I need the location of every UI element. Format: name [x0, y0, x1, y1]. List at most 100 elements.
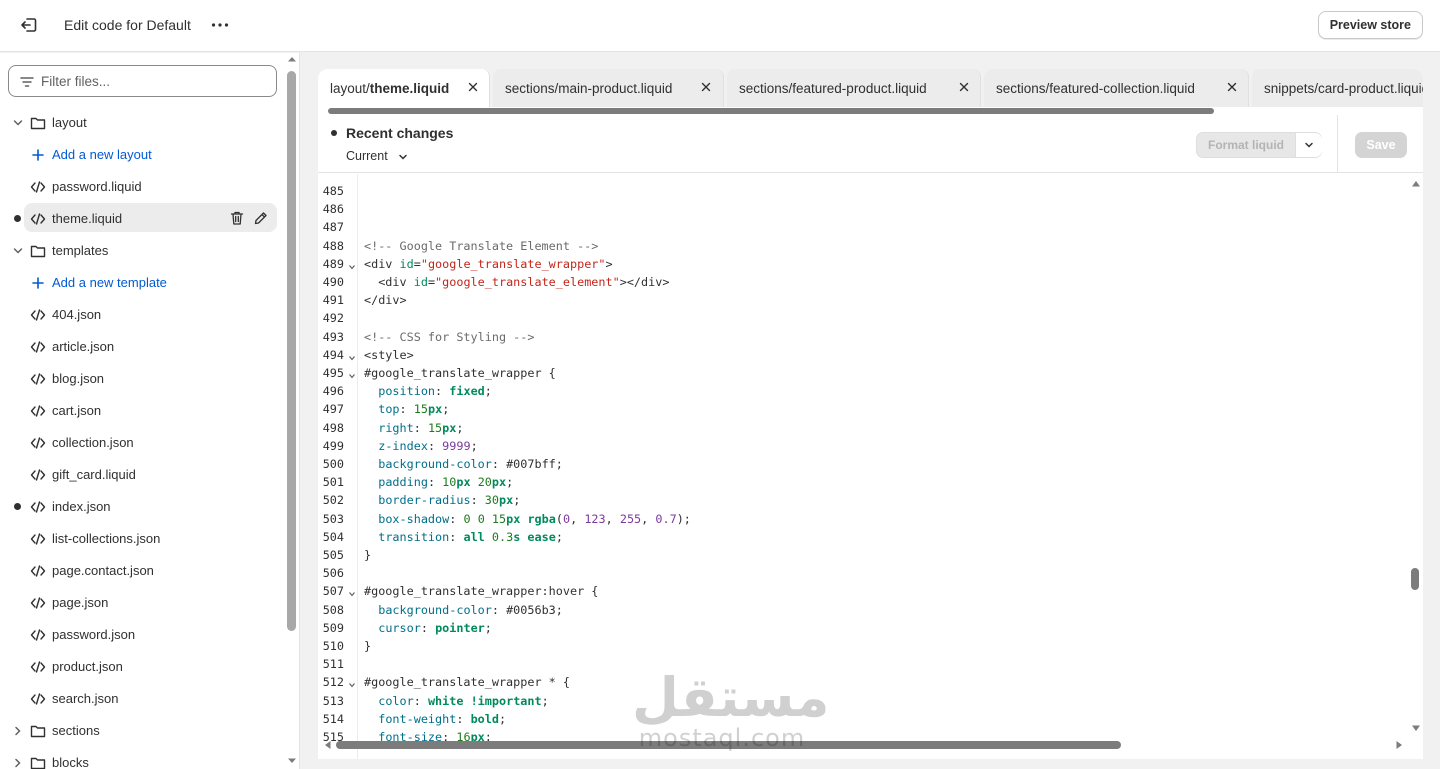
close-icon[interactable] [958, 81, 970, 93]
code-line[interactable]: 489 <div id="google_translate_wrapper"> [318, 255, 1398, 273]
code-line[interactable]: 508 background-color: #0056b3; [318, 601, 1398, 619]
fold-chevron-icon[interactable] [348, 681, 356, 689]
file-password-json[interactable]: password.json [0, 619, 285, 651]
folder-icon [30, 245, 46, 258]
folder-sections[interactable]: sections [0, 715, 285, 747]
more-options-icon[interactable] [209, 14, 231, 36]
fold-chevron-icon[interactable] [348, 372, 356, 380]
preview-store-button[interactable]: Preview store [1317, 11, 1423, 39]
rename-icon[interactable] [253, 210, 269, 226]
code-line[interactable]: 501 padding: 10px 20px; [318, 473, 1398, 491]
tab-theme-liquid[interactable]: layout/theme.liquid [318, 69, 490, 107]
code-line[interactable]: 493 <!-- CSS for Styling --> [318, 328, 1398, 346]
code-line[interactable]: 495 #google_translate_wrapper { [318, 364, 1398, 382]
code-line[interactable]: 514 font-weight: bold; [318, 710, 1398, 728]
code-line[interactable]: 506 [318, 564, 1398, 582]
code-line[interactable]: 492 [318, 309, 1398, 327]
save-button[interactable]: Save [1355, 132, 1407, 158]
delete-icon[interactable] [229, 210, 245, 226]
close-icon[interactable] [1226, 81, 1238, 93]
code-line[interactable]: 502 border-radius: 30px; [318, 491, 1398, 509]
file-page-contact-json[interactable]: page.contact.json [0, 555, 285, 587]
tab-card-product[interactable]: snippets/card-product.liquid [1252, 69, 1423, 107]
tab-featured-product[interactable]: sections/featured-product.liquid [727, 69, 981, 107]
code-file-icon [30, 597, 46, 609]
code-line[interactable]: 509 cursor: pointer; [318, 619, 1398, 637]
chevron-down-icon[interactable] [398, 152, 408, 162]
file-cart-json[interactable]: cart.json [0, 395, 285, 427]
code-line[interactable]: 491 </div> [318, 291, 1398, 309]
folder-layout[interactable]: layout [0, 107, 285, 139]
editor-vertical-scrollbar[interactable] [1411, 568, 1419, 590]
file-list-collections-json[interactable]: list-collections.json [0, 523, 285, 555]
line-number: 500 [322, 457, 344, 471]
tab-featured-collection[interactable]: sections/featured-collection.liquid [984, 69, 1249, 107]
file-label: index.json [52, 499, 111, 514]
code-text: <style> [364, 347, 414, 362]
file-password-liquid[interactable]: password.liquid [0, 171, 285, 203]
file-index-json[interactable]: index.json [0, 491, 285, 523]
line-number: 485 [322, 184, 344, 198]
fold-chevron-icon[interactable] [348, 354, 356, 362]
sidebar-scrollbar[interactable] [287, 71, 296, 631]
add-template-link[interactable]: Add a new template [0, 267, 285, 299]
file-product-json[interactable]: product.json [0, 651, 285, 683]
folder-templates[interactable]: templates [0, 235, 285, 267]
scroll-down-arrow-icon[interactable] [1411, 725, 1421, 732]
file-search-json[interactable]: search.json [0, 683, 285, 715]
chevron-right-icon [15, 758, 21, 768]
code-line[interactable]: 504 transition: all 0.3s ease; [318, 528, 1398, 546]
code-line[interactable]: 485 [318, 182, 1398, 200]
add-layout-link[interactable]: Add a new layout [0, 139, 285, 171]
tab-main-product[interactable]: sections/main-product.liquid [493, 69, 724, 107]
code-text: cursor: pointer; [378, 620, 492, 635]
file-404-json[interactable]: 404.json [0, 299, 285, 331]
file-article-json[interactable]: article.json [0, 331, 285, 363]
tabs-scrollbar[interactable] [328, 108, 1214, 114]
file-theme-liquid[interactable]: theme.liquid [0, 203, 285, 235]
fold-chevron-icon[interactable] [348, 590, 356, 598]
scroll-down-arrow-icon[interactable] [287, 758, 297, 764]
fold-chevron-icon[interactable] [348, 263, 356, 271]
close-icon[interactable] [467, 81, 479, 93]
file-collection-json[interactable]: collection.json [0, 427, 285, 459]
code-line[interactable]: 497 top: 15px; [318, 400, 1398, 418]
code-text: background-color: #0056b3; [378, 602, 563, 617]
scroll-right-arrow-icon[interactable] [1396, 740, 1403, 750]
file-blog-json[interactable]: blog.json [0, 363, 285, 395]
code-editor[interactable]: 485 486 487 488 <!-- Google Translate Elemen… [318, 174, 1423, 759]
code-line[interactable]: 500 background-color: #007bff; [318, 455, 1398, 473]
folder-blocks[interactable]: blocks [0, 747, 285, 769]
code-line[interactable]: 505} [318, 546, 1398, 564]
scroll-up-arrow-icon[interactable] [1411, 180, 1421, 187]
code-line[interactable]: 496 position: fixed; [318, 382, 1398, 400]
format-options-button[interactable] [1295, 133, 1322, 157]
file-gift-card-liquid[interactable]: gift_card.liquid [0, 459, 285, 491]
version-select[interactable]: Current [346, 149, 388, 163]
file-tree: layout Add a new layout password.liquid … [0, 107, 285, 769]
code-line[interactable]: 490 <div id="google_translate_element"><… [318, 273, 1398, 291]
toolbar-divider [1337, 115, 1338, 173]
format-liquid-button[interactable]: Format liquid [1197, 133, 1295, 157]
code-line[interactable]: 510} [318, 637, 1398, 655]
code-line[interactable]: 486 [318, 200, 1398, 218]
filter-files-input[interactable] [41, 72, 261, 90]
scroll-left-arrow-icon[interactable] [324, 740, 331, 750]
code-line[interactable]: 507 #google_translate_wrapper:hover { [318, 582, 1398, 600]
code-line[interactable]: 503 box-shadow: 0 0 15px rgba(0, 123, 25… [318, 510, 1398, 528]
scroll-up-arrow-icon[interactable] [287, 56, 297, 62]
code-line[interactable]: 494 <style> [318, 346, 1398, 364]
code-line[interactable]: 488 <!-- Google Translate Element --> [318, 237, 1398, 255]
chevron-down-icon [13, 120, 23, 126]
code-file-icon [30, 661, 46, 673]
code-line[interactable]: 487 [318, 218, 1398, 236]
code-line[interactable]: 498 right: 15px; [318, 419, 1398, 437]
exit-icon[interactable] [18, 14, 40, 36]
folder-icon [30, 757, 46, 769]
close-icon[interactable] [700, 81, 712, 93]
code-line[interactable]: 499 z-index: 9999; [318, 437, 1398, 455]
code-line[interactable]: 513 color: white !important; [318, 692, 1398, 710]
code-line[interactable]: 511 [318, 655, 1398, 673]
file-page-json[interactable]: page.json [0, 587, 285, 619]
code-line[interactable]: 512 #google_translate_wrapper * { [318, 673, 1398, 691]
